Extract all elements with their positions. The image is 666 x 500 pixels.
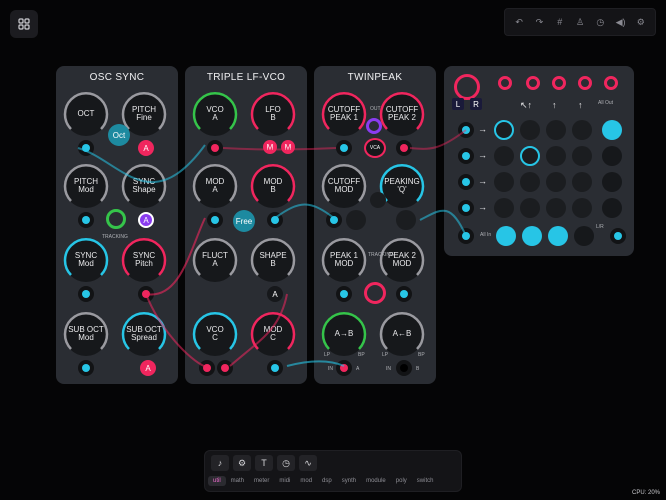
bottom-icons: ♪ ⚙ T ◷ ∿ xyxy=(211,455,317,471)
category-tabs: util math meter midi mod dsp synth modul… xyxy=(208,476,438,486)
cable xyxy=(145,217,206,296)
tab-module[interactable]: module xyxy=(361,476,391,486)
module-browser-bar: ♪ ⚙ T ◷ ∿ util math meter midi mod dsp s… xyxy=(204,450,462,492)
text-icon[interactable]: T xyxy=(255,455,273,471)
gear-icon[interactable]: ⚙ xyxy=(233,455,251,471)
tab-mod[interactable]: mod xyxy=(295,476,317,486)
tab-util[interactable]: util xyxy=(208,476,226,486)
cable xyxy=(409,129,467,150)
tab-dsp[interactable]: dsp xyxy=(317,476,337,486)
tab-poly[interactable]: poly xyxy=(391,476,412,486)
mic-icon[interactable]: ♪ xyxy=(211,455,229,471)
cpu-usage: CPU: 20% xyxy=(631,490,660,496)
tab-math[interactable]: math xyxy=(226,476,249,486)
cable xyxy=(229,293,288,367)
tab-midi[interactable]: midi xyxy=(274,476,295,486)
cable xyxy=(77,144,206,183)
clock-icon[interactable]: ◷ xyxy=(277,455,295,471)
cable xyxy=(145,293,205,367)
cable xyxy=(222,147,337,151)
tab-synth[interactable]: synth xyxy=(337,476,361,486)
patch-cables xyxy=(77,129,467,367)
wave-icon[interactable]: ∿ xyxy=(299,455,317,471)
tab-meter[interactable]: meter xyxy=(249,476,274,486)
cable xyxy=(286,360,345,367)
cable xyxy=(274,203,335,219)
tab-switch[interactable]: switch xyxy=(412,476,439,486)
cable xyxy=(419,209,467,237)
